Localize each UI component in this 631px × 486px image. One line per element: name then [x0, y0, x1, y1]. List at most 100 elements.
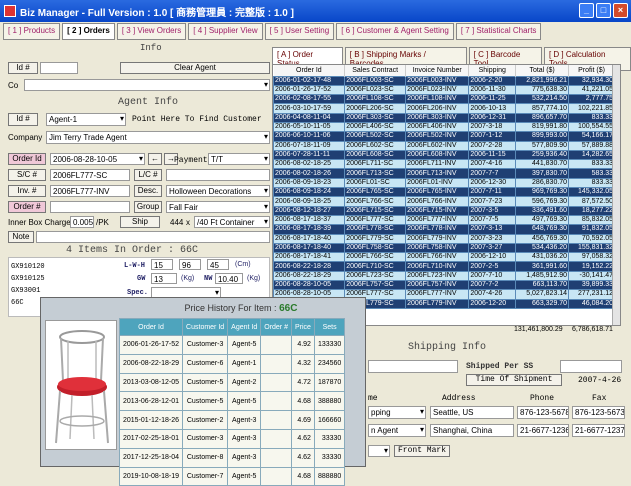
- ship-button[interactable]: Ship: [120, 216, 160, 228]
- menu-orders[interactable]: [ 2 ] Orders: [62, 23, 115, 40]
- table-row[interactable]: 2006-03-10-17-59 2006FL206-SC 2006FL206-IN…: [273, 103, 615, 114]
- table-row[interactable]: 2006-04-08-11-04 2006FL303-SC 2006FL303-IN…: [273, 112, 615, 124]
- invoice-field[interactable]: 2006FL777-INV: [50, 185, 130, 197]
- lc-field[interactable]: [166, 169, 270, 181]
- price-history-row: 2019-10-08-18-19 Customer-7 Agent-5 4.68 888…: [118, 466, 346, 486]
- maximize-button[interactable]: □: [596, 3, 611, 18]
- table-cell: 2006FL303-INV: [405, 112, 470, 124]
- item-code[interactable]: GX910120: [11, 261, 45, 273]
- table-cell: 54,166.17: [568, 131, 615, 142]
- order-id-select[interactable]: 2006-08-28-10-05: [50, 153, 145, 165]
- invoice-button[interactable]: Inv. #: [8, 185, 46, 197]
- grid-column-header[interactable]: Sales Contract: [344, 65, 407, 76]
- price-history-cell: 4.68: [290, 466, 315, 486]
- grid-column-header[interactable]: Shipping: [468, 65, 517, 76]
- price-history-cell: 133330: [313, 335, 346, 355]
- agent-fax-field[interactable]: 21-6677-1237: [572, 424, 625, 437]
- agent-company-select[interactable]: Jim Terry Trade Agent: [46, 131, 270, 144]
- price-history-cell: [260, 391, 292, 412]
- item-code[interactable]: GX93001: [11, 285, 45, 297]
- gw-field[interactable]: 13: [151, 273, 177, 284]
- table-row[interactable]: 2006-08-22-18-28 2006FL710-SC 2006FL710-IN…: [273, 261, 615, 272]
- agent-party-select[interactable]: n Agent: [368, 424, 426, 437]
- table-row[interactable]: 2006-08-22-18-29 2006FL723-SC 2006FL723-IN…: [273, 270, 615, 282]
- sc-button[interactable]: S/C #: [8, 169, 46, 181]
- group-button[interactable]: Group: [134, 201, 162, 213]
- nw-field[interactable]: 10.40: [215, 273, 243, 284]
- table-row[interactable]: 2006-08-17-18-41 2006FL766-SC 2006FL766-IN…: [273, 252, 615, 263]
- order-number-field[interactable]: [50, 201, 130, 213]
- order-id-button[interactable]: Order Id: [8, 153, 46, 165]
- shipped-per-field[interactable]: [368, 360, 458, 373]
- grid-column-header[interactable]: Invoice Number: [405, 65, 470, 76]
- payment-select[interactable]: T/T: [208, 153, 270, 165]
- table-row[interactable]: 2006-08-09-18-24 2006FL765-SC 2006FL765-IN…: [273, 187, 615, 198]
- desc-button[interactable]: Desc.: [134, 185, 162, 197]
- table-row[interactable]: 2006-08-02-18-26 2006FL713-SC 2006FL713-IN…: [273, 168, 615, 179]
- table-row[interactable]: 2006-02-08-17-55 2006FL108-SC 2006FL108-IN…: [273, 94, 615, 105]
- order-status-grid[interactable]: Order Id Sales Contract Invoice Number Ship…: [272, 64, 621, 326]
- menu-view-orders[interactable]: [ 3 ] View Orders: [116, 23, 187, 40]
- customer-id-field[interactable]: [40, 62, 78, 74]
- menu-supplier-view[interactable]: [ 4 ] Supplier View: [188, 23, 263, 40]
- table-row[interactable]: 2006-05-10-11-05 2006FL406-SC 2006FL406-IN…: [273, 121, 615, 133]
- menu-statistical-charts[interactable]: [ 7 ] Statistical Charts: [455, 23, 542, 40]
- note-field[interactable]: [36, 231, 270, 243]
- table-row[interactable]: 2006-08-17-18-37 2006FL777-SC 2006FL777-IN…: [273, 214, 615, 226]
- table-row[interactable]: 2006-01-26-17-52 2006FL023-SC 2006FL023-IN…: [273, 84, 615, 96]
- table-row[interactable]: 2006-07-28-11-11 2006FL608-SC 2006FL608-IN…: [273, 149, 615, 161]
- time-of-shipment-button[interactable]: Time Of Shipment: [466, 374, 562, 386]
- table-row[interactable]: 2006-08-17-18-40 2006FL758-SC 2006FL758-IN…: [273, 242, 615, 254]
- minimize-button[interactable]: _: [579, 3, 594, 18]
- table-row[interactable]: 2006-08-28-10-05 2006FL757-SC 2006FL757-IN…: [273, 280, 615, 291]
- desc-select[interactable]: Holloween Decorations: [166, 185, 270, 197]
- inner-box-field[interactable]: 0.005: [70, 216, 94, 228]
- lc-button[interactable]: L/C #: [134, 169, 162, 181]
- table-row[interactable]: 2006-08-02-18-25 2006FL711-SC 2006FL711-IN…: [273, 159, 615, 170]
- note-button[interactable]: Note: [8, 231, 34, 243]
- shipping-phone-field[interactable]: 876-123-5678: [517, 406, 569, 419]
- table-row[interactable]: 2006-07-18-11-09 2006FL602-SC 2006FL602-IN…: [273, 140, 615, 151]
- menu-products[interactable]: [ 1 ] Products: [3, 23, 61, 40]
- table-row[interactable]: 2006-08-09-18-25 2006FL766-SC 2006FL766-IN…: [273, 196, 615, 207]
- agent-phone-field[interactable]: 21-6677-1236: [517, 424, 569, 437]
- container-select[interactable]: /40 Ft Container: [194, 216, 270, 228]
- clear-agent-button[interactable]: Clear Agent: [120, 62, 270, 74]
- menu-user-setting[interactable]: [ 5 ] User Setting: [264, 23, 335, 40]
- width-field[interactable]: 96: [179, 259, 201, 270]
- table-cell: 2006FL723-INV: [405, 270, 470, 282]
- table-row[interactable]: 2006-06-10-11-06 2006FL502-SC 2006FL502-IN…: [273, 131, 615, 142]
- prev-order-button[interactable]: ←: [148, 153, 162, 165]
- shipping-party-select[interactable]: pping: [368, 406, 426, 419]
- front-mark-button[interactable]: Front Mark: [394, 445, 450, 457]
- customer-company-select[interactable]: [24, 79, 270, 91]
- table-row[interactable]: 2006-01-02-17-48 2006FL003-SC 2006FL003-IN…: [273, 75, 615, 86]
- shipped-per-ss-field[interactable]: [560, 360, 622, 373]
- shipping-fax-field[interactable]: 876-123-5673: [572, 406, 625, 419]
- item-code[interactable]: GX910125: [11, 273, 45, 285]
- grid-column-header[interactable]: Order Id: [273, 65, 346, 76]
- shipping-address-field[interactable]: Seattle, US: [430, 406, 514, 419]
- grid-column-header[interactable]: Profit ($): [568, 65, 615, 76]
- grid-scrollbar[interactable]: [612, 65, 620, 325]
- price-history-cell: 166660: [313, 410, 346, 430]
- agent-id-button[interactable]: Id #: [8, 113, 38, 126]
- agent-address-field[interactable]: Shanghai, China: [430, 424, 514, 437]
- table-cell: 286,830.70: [515, 177, 570, 189]
- length-field[interactable]: 15: [151, 259, 173, 270]
- table-row[interactable]: 2006-08-17-18-40 2006FL779-SC 2006FL779-IN…: [273, 233, 615, 244]
- close-button[interactable]: ×: [613, 3, 628, 18]
- customer-id-button[interactable]: Id #: [8, 62, 38, 74]
- order-number-button[interactable]: Order #: [8, 201, 46, 213]
- menu-customer-agent-setting[interactable]: [ 6 ] Customer & Agent Setting: [336, 23, 454, 40]
- item-image: [45, 320, 117, 450]
- table-row[interactable]: 2006-08-09-18-23 2006FL01-SC 2006FL01-INV 2…: [273, 177, 615, 189]
- height-field[interactable]: 45: [207, 259, 229, 270]
- agent-id-select[interactable]: Agent-1: [46, 113, 126, 126]
- grid-column-header[interactable]: Total ($): [515, 65, 570, 76]
- group-select[interactable]: Fall Fair: [166, 201, 270, 213]
- sc-field[interactable]: 2006FL777-SC: [50, 169, 130, 181]
- table-row[interactable]: 2006-08-12-18-27 2006FL715-SC 2006FL715-IN…: [273, 205, 615, 216]
- table-row[interactable]: 2006-08-17-18-39 2006FL778-SC 2006FL778-IN…: [273, 224, 615, 235]
- mark-select[interactable]: [368, 445, 390, 457]
